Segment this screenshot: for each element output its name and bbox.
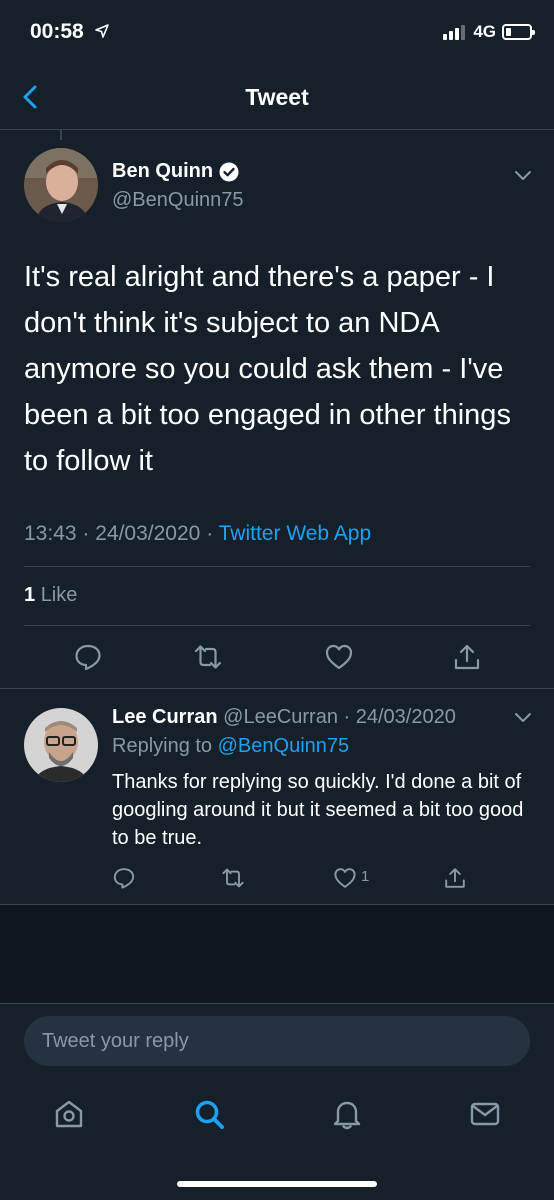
like-count[interactable]: 1 Like bbox=[24, 584, 77, 607]
nav-header: Tweet bbox=[0, 64, 554, 130]
share-icon bbox=[454, 644, 480, 670]
reply-like-count: 1 bbox=[361, 868, 370, 885]
chevron-down-icon[interactable] bbox=[512, 164, 534, 186]
tweet-time: 13:43 bbox=[24, 522, 77, 545]
like-icon bbox=[325, 644, 353, 670]
signal-icon bbox=[443, 24, 467, 40]
reply-author-name[interactable]: Lee Curran bbox=[112, 706, 218, 728]
replying-to: Replying to @BenQuinn75 bbox=[112, 735, 349, 758]
like-button[interactable] bbox=[333, 866, 357, 890]
tab-messages[interactable] bbox=[468, 1097, 502, 1131]
reply-button[interactable] bbox=[73, 642, 103, 672]
reply-header: Lee Curran @LeeCurran · 24/03/2020 bbox=[112, 706, 456, 728]
search-icon bbox=[195, 1100, 224, 1129]
notifications-icon bbox=[333, 1101, 361, 1130]
tweet-text: It's real alright and there's a paper - … bbox=[24, 261, 511, 477]
author-name[interactable]: Ben Quinn bbox=[112, 160, 239, 183]
like-count-number: 1 bbox=[24, 584, 36, 606]
author-name-text: Ben Quinn bbox=[112, 160, 214, 182]
share-button[interactable] bbox=[452, 642, 482, 672]
tweet-meta: 13:43 · 24/03/2020 · Twitter Web App bbox=[24, 522, 372, 545]
avatar[interactable] bbox=[24, 708, 98, 782]
home-icon bbox=[55, 1100, 83, 1128]
verified-icon bbox=[219, 162, 239, 182]
reply-icon bbox=[75, 644, 101, 671]
tweet-source-link[interactable]: Twitter Web App bbox=[219, 522, 372, 545]
replying-to-handle[interactable]: @BenQuinn75 bbox=[218, 735, 350, 757]
tab-notifications[interactable] bbox=[330, 1097, 364, 1131]
reply-button[interactable] bbox=[112, 866, 136, 890]
empty-area bbox=[0, 905, 554, 1003]
tab-search[interactable] bbox=[192, 1097, 226, 1131]
retweet-icon bbox=[222, 868, 244, 888]
reply-tweet[interactable]: Lee Curran @LeeCurran · 24/03/2020 Reply… bbox=[0, 688, 554, 904]
replying-to-prefix: Replying to bbox=[112, 735, 213, 757]
like-count-label: Like bbox=[40, 584, 78, 606]
status-bar: 00:58 4G bbox=[0, 0, 554, 64]
tweet-date: 24/03/2020 bbox=[95, 522, 201, 545]
retweet-button[interactable] bbox=[193, 642, 223, 672]
reply-date: 24/03/2020 bbox=[355, 706, 456, 728]
author-handle[interactable]: @BenQuinn75 bbox=[112, 189, 244, 212]
battery-icon bbox=[502, 24, 535, 40]
like-button[interactable] bbox=[324, 642, 354, 672]
reply-input[interactable] bbox=[24, 1016, 530, 1066]
status-time: 00:58 bbox=[30, 20, 84, 43]
share-button[interactable] bbox=[443, 866, 467, 890]
share-icon bbox=[445, 868, 465, 888]
divider bbox=[24, 566, 530, 567]
network-label: 4G bbox=[473, 22, 496, 41]
home-indicator[interactable] bbox=[177, 1181, 377, 1187]
compose-bar bbox=[0, 1003, 554, 1079]
tab-home[interactable] bbox=[52, 1097, 86, 1131]
divider bbox=[24, 625, 530, 626]
avatar[interactable] bbox=[24, 148, 98, 222]
retweet-icon bbox=[194, 645, 222, 669]
reply-icon bbox=[113, 868, 135, 889]
page-title: Tweet bbox=[245, 84, 309, 110]
chevron-down-icon[interactable] bbox=[512, 706, 534, 728]
reply-author-handle[interactable]: @LeeCurran bbox=[223, 706, 338, 728]
like-icon bbox=[334, 868, 356, 888]
location-arrow-icon bbox=[95, 24, 109, 43]
messages-icon bbox=[470, 1102, 500, 1126]
retweet-button[interactable] bbox=[221, 866, 245, 890]
reply-text: Thanks for replying so quickly. I'd done… bbox=[112, 771, 524, 849]
thread-connector bbox=[60, 130, 62, 140]
